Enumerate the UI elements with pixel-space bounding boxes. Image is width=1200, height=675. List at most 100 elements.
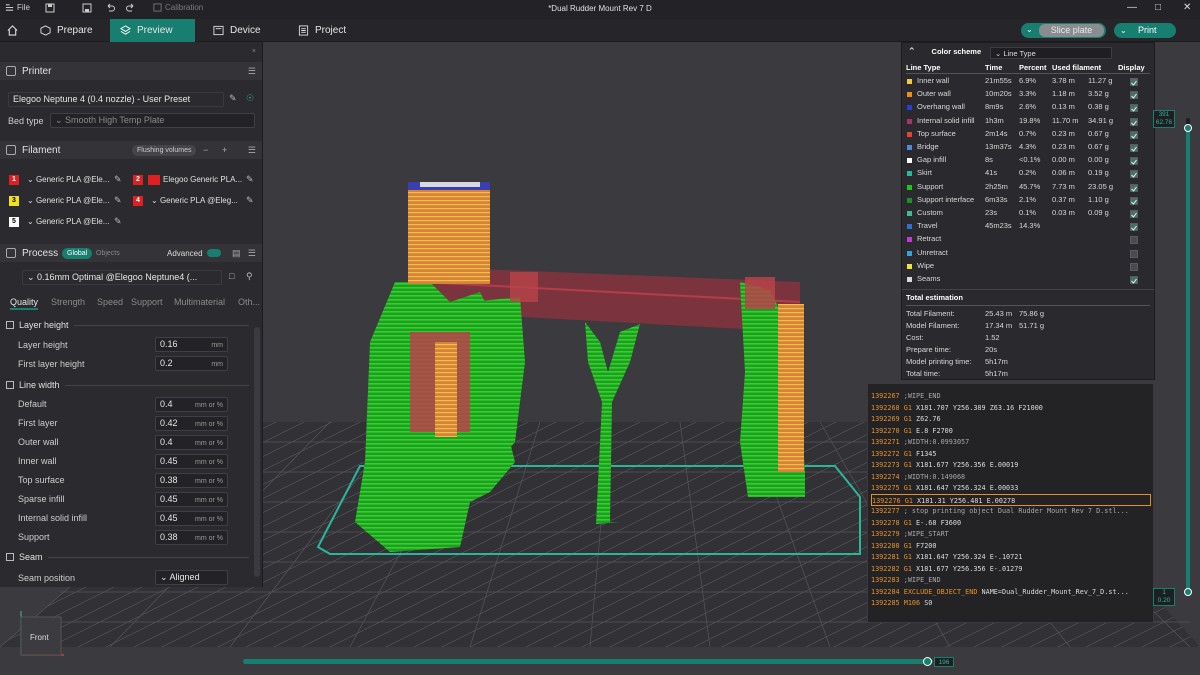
layer-slider[interactable] — [1183, 118, 1193, 596]
legend-row[interactable]: Custom 23s 0.1% 0.03 m 0.09 g — [902, 208, 1154, 221]
gcode-line[interactable]: 1392269 G1 Z62.76 — [871, 413, 1151, 425]
filament-slot-2-chip[interactable]: 2 — [133, 175, 143, 185]
filament-slot-3-chip[interactable]: 3 — [9, 196, 19, 206]
maximize-icon[interactable]: □ — [1155, 2, 1161, 13]
move-slider-handle[interactable] — [923, 657, 932, 666]
view-cube[interactable]: Front — [16, 609, 66, 661]
filament-slot-1-chip[interactable]: 1 — [9, 175, 19, 185]
search-icon[interactable]: ⚲ — [246, 271, 253, 282]
line-width-input[interactable]: 0.38 mm or % — [155, 473, 228, 488]
filament-slot-5-select[interactable]: ⌄ Generic PLA @Ele... — [24, 215, 112, 229]
gcode-line[interactable]: 1392285 M106 S0 — [871, 597, 1151, 609]
home-icon[interactable] — [0, 19, 26, 42]
move-slider[interactable] — [243, 657, 933, 666]
legend-row[interactable]: Support interface 6m33s 2.1% 0.37 m 1.10 g — [902, 195, 1154, 208]
chevron-down-icon[interactable]: ⌄ — [1026, 25, 1033, 34]
edit-icon[interactable]: ✎ — [246, 195, 254, 206]
tab-quality[interactable]: Quality — [10, 297, 39, 310]
collapse-icon[interactable]: × — [252, 48, 256, 55]
filament-slot-3-select[interactable]: ⌄ Generic PLA @Ele... — [24, 194, 112, 208]
legend-row[interactable]: Wipe — [902, 261, 1154, 274]
tab-device[interactable]: Device — [203, 19, 283, 42]
edit-icon[interactable]: ✎ — [229, 93, 237, 104]
gcode-line[interactable]: 1392277 ; stop printing object Dual Rudd… — [871, 505, 1151, 517]
tab-preview[interactable]: Preview — [110, 19, 195, 42]
display-checkbox[interactable] — [1130, 276, 1138, 284]
chevron-down-icon[interactable]: ⌄ — [1120, 23, 1127, 38]
gcode-line[interactable]: 1392273 G1 X181.677 Y256.356 E.00019 — [871, 459, 1151, 471]
filament-slot-2-select[interactable]: Elegoo Generic PLA... — [160, 173, 242, 187]
legend-row[interactable]: Bridge 13m37s 4.3% 0.23 m 0.67 g — [902, 142, 1154, 155]
gcode-line[interactable]: 1392271 ;WIDTH:0.0993057 — [871, 436, 1151, 448]
seam-position-select[interactable]: ⌄ Aligned — [155, 570, 228, 585]
gcode-line[interactable]: 1392284 EXCLUDE_OBJECT_END NAME=Dual_Rud… — [871, 586, 1151, 598]
line-width-input[interactable]: 0.38 mm or % — [155, 530, 228, 545]
gcode-line[interactable]: 1392280 G1 F7200 — [871, 540, 1151, 552]
legend-row[interactable]: Top surface 2m14s 0.7% 0.23 m 0.67 g — [902, 129, 1154, 142]
line-width-input[interactable]: 0.4 mm or % — [155, 435, 228, 450]
legend-row[interactable]: Seams — [902, 274, 1154, 287]
gcode-line[interactable]: 1392278 G1 E-.68 F3600 — [871, 517, 1151, 529]
compare-icon[interactable]: ▤ — [232, 248, 241, 259]
legend-row[interactable]: Skirt 41s 0.2% 0.06 m 0.19 g — [902, 168, 1154, 181]
print-button[interactable]: ⌄ Print — [1114, 23, 1176, 38]
legend-row[interactable]: Gap infill 8s <0.1% 0.00 m 0.00 g — [902, 155, 1154, 168]
legend-row[interactable]: Inner wall 21m55s 6.9% 3.78 m 11.27 g — [902, 76, 1154, 89]
display-checkbox[interactable] — [1130, 262, 1138, 271]
display-checkbox[interactable] — [1130, 117, 1138, 126]
color-scheme-select[interactable]: ⌄ Line Type — [990, 47, 1112, 59]
bed-type-select[interactable]: ⌄ Smooth High Temp Plate — [50, 113, 255, 128]
gcode-line[interactable]: 1392272 G1 F1345 — [871, 448, 1151, 460]
display-checkbox[interactable] — [1130, 196, 1138, 205]
close-icon[interactable]: ✕ — [1183, 2, 1191, 13]
filament-slot-4-chip[interactable]: 4 — [133, 196, 143, 206]
display-checkbox[interactable] — [1130, 183, 1138, 192]
edit-icon[interactable]: ✎ — [246, 174, 254, 185]
filament-slot-5-chip[interactable]: 5 — [9, 217, 19, 227]
gcode-line[interactable]: 1392267 ;WIPE_END — [871, 390, 1151, 402]
wifi-icon[interactable]: ☉ — [246, 93, 254, 104]
gcode-viewer[interactable]: 1392267 ;WIPE_END 1392268 G1 X181.707 Y25… — [867, 383, 1154, 623]
tab-multimaterial[interactable]: Multimaterial — [174, 297, 225, 307]
tab-speed[interactable]: Speed — [97, 297, 123, 307]
add-filament-icon[interactable]: + — [222, 145, 227, 155]
gcode-line[interactable]: 1392279 ;WIPE_START — [871, 528, 1151, 540]
objects-toggle[interactable]: Objects — [91, 248, 125, 259]
tab-support[interactable]: Support — [131, 297, 163, 307]
gcode-line[interactable]: 1392276 G1 X181.31 Y256.481 E.00278 — [871, 493, 1151, 506]
gcode-line[interactable]: 1392274 ;WIDTH:0.149068 — [871, 471, 1151, 483]
legend-row[interactable]: Support 2h25m 45.7% 7.73 m 23.05 g — [902, 182, 1154, 195]
gcode-line[interactable]: 1392268 G1 X181.707 Y256.389 Z63.16 F210… — [871, 402, 1151, 414]
printer-section-header[interactable]: Printer ☰ — [0, 62, 262, 80]
tab-project[interactable]: Project — [288, 19, 368, 42]
process-preset-select[interactable]: ⌄ 0.16mm Optimal @Elegoo Neptune4 (... — [22, 270, 222, 285]
filament-slot-2-color[interactable] — [148, 175, 160, 185]
filament-section-header[interactable]: Filament Flushing volumes − + ☰ — [0, 141, 262, 159]
display-checkbox[interactable] — [1130, 91, 1138, 100]
gcode-line[interactable]: 1392283 ;WIPE_END — [871, 574, 1151, 586]
printer-settings-icon[interactable]: ☰ — [248, 66, 256, 77]
display-checkbox[interactable] — [1130, 78, 1138, 86]
display-checkbox[interactable] — [1130, 157, 1138, 166]
first-layer-height-input[interactable]: 0.2 mm — [155, 356, 228, 371]
line-width-input[interactable]: 0.42 mm or % — [155, 416, 228, 431]
line-width-input[interactable]: 0.4 mm or % — [155, 397, 228, 412]
layer-height-input[interactable]: 0.16 mm — [155, 337, 228, 352]
display-checkbox[interactable] — [1130, 144, 1138, 152]
process-settings-icon[interactable]: ☰ — [248, 248, 256, 259]
remove-filament-icon[interactable]: − — [203, 145, 208, 155]
display-checkbox[interactable] — [1130, 170, 1138, 179]
line-width-input[interactable]: 0.45 mm or % — [155, 511, 228, 526]
legend-row[interactable]: Outer wall 10m20s 3.3% 1.18 m 3.52 g — [902, 89, 1154, 102]
display-checkbox[interactable] — [1130, 249, 1138, 258]
legend-row[interactable]: Retract — [902, 234, 1154, 247]
save-preset-icon[interactable]: □ — [229, 271, 234, 281]
minimize-icon[interactable]: — — [1127, 2, 1137, 13]
printer-preset-select[interactable]: Elegoo Neptune 4 (0.4 nozzle) - User Pre… — [8, 92, 224, 107]
legend-row[interactable]: Overhang wall 8m9s 2.6% 0.13 m 0.38 g — [902, 102, 1154, 115]
gcode-line[interactable]: 1392275 G1 X181.647 Y256.324 E.00033 — [871, 482, 1151, 494]
scrollbar[interactable] — [254, 327, 260, 577]
global-toggle[interactable]: Global — [62, 248, 93, 259]
advanced-toggle[interactable] — [207, 249, 221, 257]
legend-row[interactable]: Travel 45m23s 14.3% — [902, 221, 1154, 234]
